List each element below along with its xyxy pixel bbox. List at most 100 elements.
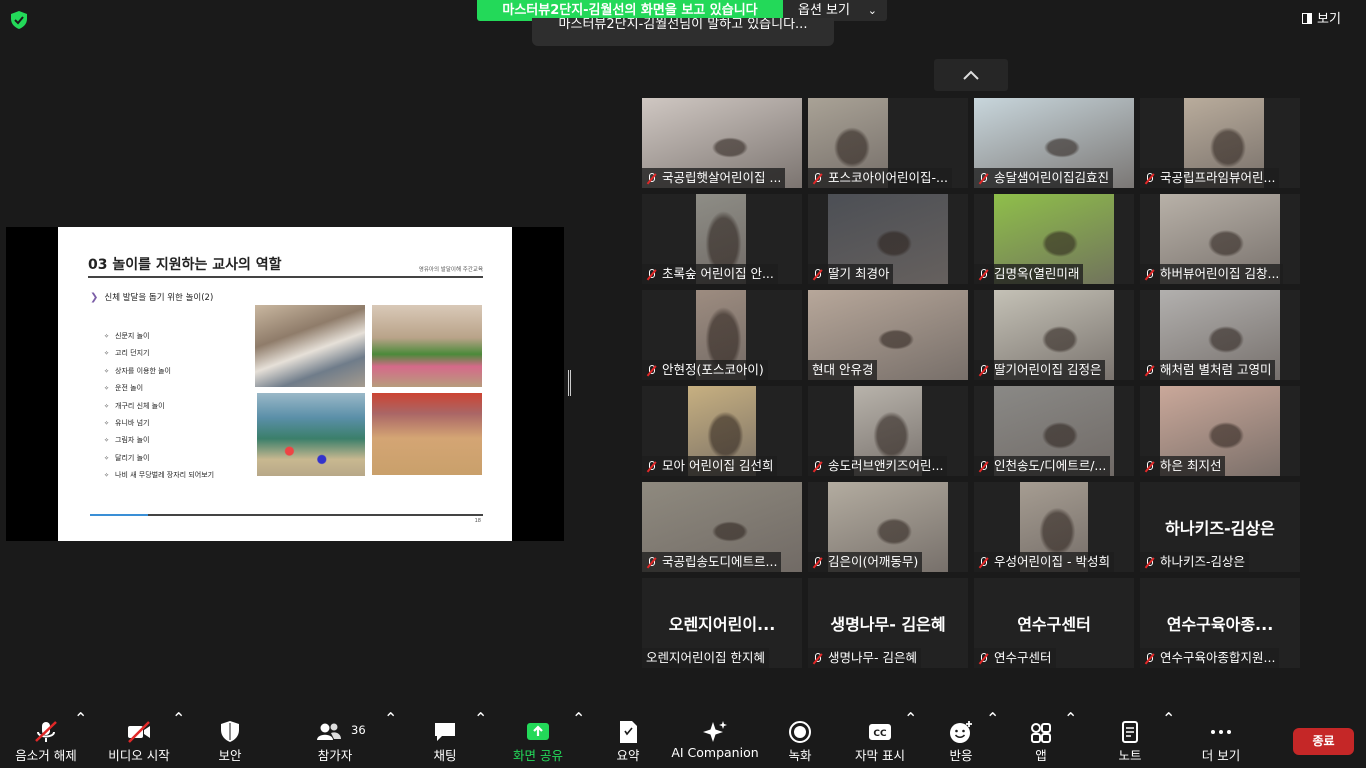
split-view-drag-handle[interactable]	[568, 370, 571, 396]
participant-name: 해처럼 별처럼 고영미	[1160, 362, 1272, 377]
slide-bullet: 유니바 넘기	[104, 415, 214, 432]
participant-name-label: 오렌지어린이집 한지혜	[642, 648, 769, 668]
notes-button[interactable]: 노트	[1108, 709, 1152, 768]
share-screen-label: 화면 공유	[513, 748, 563, 763]
microphone-muted-icon	[646, 557, 657, 568]
apps-button[interactable]: 앱	[1020, 709, 1062, 768]
participant-name: 국공립햇살어린이집 ...	[662, 170, 782, 185]
apps-caret-icon[interactable]: ⌃	[1064, 709, 1077, 728]
participant-tile[interactable]: 하은 최지선	[1140, 386, 1300, 476]
participant-name: 김명옥(열린미래	[994, 266, 1080, 281]
participant-tile[interactable]: 국공립프라임뷰어린...	[1140, 98, 1300, 188]
participant-tile[interactable]: 국공립햇살어린이집 ...	[642, 98, 802, 188]
audio-options-caret-icon[interactable]: ⌃	[74, 709, 87, 728]
video-options-caret-icon[interactable]: ⌃	[172, 709, 185, 728]
reactions-caret-icon[interactable]: ⌃	[986, 709, 999, 728]
participant-name-label: 국공립햇살어린이집 ...	[642, 168, 786, 188]
participant-name: 생명나무- 김은혜	[828, 650, 917, 665]
microphone-muted-icon	[646, 461, 657, 472]
participant-tile[interactable]: 해처럼 별처럼 고영미	[1140, 290, 1300, 380]
participant-name: 연수구육아종합지원...	[1160, 650, 1276, 665]
slide-page-number: 18	[474, 518, 481, 524]
participant-tile[interactable]: 안현정(포스코아이)	[642, 290, 802, 380]
more-button[interactable]: 더 보기	[1192, 709, 1250, 768]
participant-tile[interactable]: 우성어린이집 - 박성희	[974, 482, 1134, 572]
notes-caret-icon[interactable]: ⌃	[1162, 709, 1175, 728]
slide-title: 03 놀이를 지원하는 교사의 역할	[88, 257, 282, 273]
participant-tile[interactable]: 김은이(어깨동무)	[808, 482, 968, 572]
start-video-label: 비디오 시작	[108, 748, 170, 763]
captions-caret-icon[interactable]: ⌃	[904, 709, 917, 728]
participant-name: 우성어린이집 - 박성희	[994, 554, 1110, 569]
participant-name-label: 하나키즈-김상은	[1140, 552, 1250, 572]
slide-subtitle: ❯ 신체 발달을 돕기 위한 놀이(2)	[90, 291, 213, 303]
reactions-label: 반응	[949, 748, 973, 763]
view-button[interactable]: 보기	[1302, 10, 1358, 30]
end-meeting-button[interactable]: 종료	[1293, 728, 1354, 755]
participant-tile[interactable]: 하버뷰어린이집 김창...	[1140, 194, 1300, 284]
participant-tile[interactable]: 김명옥(열린미래	[974, 194, 1134, 284]
participant-name: 포스코아이어린이집-...	[828, 170, 948, 185]
participant-name-label: 김은이(어깨동무)	[808, 552, 923, 572]
participant-tile[interactable]: 하나키즈-김상은 하나키즈-김상은	[1140, 482, 1300, 572]
participant-tile[interactable]: 송달샘어린이집김효진	[974, 98, 1134, 188]
participants-button[interactable]: 36 참가자	[306, 709, 366, 768]
participant-display-name: 연수구센터	[1017, 615, 1091, 634]
unmute-label: 음소거 해제	[15, 748, 77, 763]
captions-button[interactable]: CC 자막 표시	[850, 709, 910, 768]
captions-label: 자막 표시	[855, 748, 905, 763]
microphone-muted-icon	[1144, 365, 1155, 376]
apps-label: 앱	[1035, 748, 1047, 763]
presentation-slide: 03 놀이를 지원하는 교사의 역할 영유아의 발달이해 주간교육 ❯ 신체 발달…	[58, 227, 512, 541]
active-speaker-notice: 마스터뷰2단지-김월선님이 말하고 있습니다...	[532, 18, 834, 46]
share-screen-icon	[527, 723, 549, 740]
summary-button[interactable]: 요약	[604, 709, 652, 768]
participants-caret-icon[interactable]: ⌃	[384, 709, 397, 728]
start-video-button[interactable]: 비디오 시작	[100, 709, 178, 768]
closed-captions-icon: CC	[869, 724, 891, 740]
participant-name-label: 해처럼 별처럼 고영미	[1140, 360, 1276, 380]
notes-label: 노트	[1118, 748, 1142, 763]
microphone-muted-icon	[812, 461, 823, 472]
participant-tile[interactable]: 포스코아이어린이집-...	[808, 98, 968, 188]
participant-name: 모아 어린이집 김선희	[662, 458, 774, 473]
gallery-scroll-up-button[interactable]	[934, 59, 1008, 91]
participant-tile[interactable]: 송도러브앤키즈어린...	[808, 386, 968, 476]
share-caret-icon[interactable]: ⌃	[572, 709, 585, 728]
participant-tile[interactable]: 연수구육아종... 연수구육아종합지원...	[1140, 578, 1300, 668]
participant-name-label: 초록숲 어린이집 안...	[642, 264, 778, 284]
participant-display-name: 연수구육아종...	[1166, 615, 1274, 634]
microphone-muted-icon	[646, 365, 657, 376]
encryption-shield-icon[interactable]	[9, 10, 29, 30]
participant-tile[interactable]: 국공립송도디에트르...	[642, 482, 802, 572]
microphone-muted-icon	[1144, 269, 1155, 280]
slide-bullet: 그림자 놀이	[104, 432, 214, 449]
microphone-muted-icon	[978, 653, 989, 664]
participant-name: 국공립프라임뷰어린...	[1160, 170, 1276, 185]
reactions-button[interactable]: 반응	[938, 709, 984, 768]
participant-name: 딸기어린이집 김정은	[994, 362, 1102, 377]
record-button[interactable]: 녹화	[776, 709, 824, 768]
participant-tile[interactable]: 오렌지어린이... 오렌지어린이집 한지혜	[642, 578, 802, 668]
microphone-muted-icon	[978, 461, 989, 472]
chevron-down-icon: ⌄	[867, 4, 877, 17]
participant-tile[interactable]: 딸기어린이집 김정은	[974, 290, 1134, 380]
chat-caret-icon[interactable]: ⌃	[474, 709, 487, 728]
chat-button[interactable]: 채팅	[420, 709, 470, 768]
participant-tile[interactable]: 생명나무- 김은혜 생명나무- 김은혜	[808, 578, 968, 668]
participant-tile[interactable]: 초록숲 어린이집 안...	[642, 194, 802, 284]
security-button[interactable]: 보안	[200, 709, 260, 768]
participant-name: 송달샘어린이집김효진	[994, 170, 1110, 185]
share-screen-button[interactable]: 화면 공유	[508, 709, 568, 768]
ai-companion-button[interactable]: AI Companion	[670, 709, 760, 768]
participant-tile[interactable]: 모아 어린이집 김선희	[642, 386, 802, 476]
participant-tile[interactable]: 딸기 최경아	[808, 194, 968, 284]
participant-display-name: 하나키즈-김상은	[1165, 519, 1275, 538]
participant-name-label: 국공립프라임뷰어린...	[1140, 168, 1280, 188]
shared-screen[interactable]: 03 놀이를 지원하는 교사의 역할 영유아의 발달이해 주간교육 ❯ 신체 발달…	[6, 227, 564, 541]
participant-tile[interactable]: 연수구센터 연수구센터	[974, 578, 1134, 668]
participant-name-label: 하은 최지선	[1140, 456, 1226, 476]
unmute-button[interactable]: 음소거 해제	[8, 709, 84, 768]
participant-tile[interactable]: 현대 안유경	[808, 290, 968, 380]
participant-tile[interactable]: 인천송도/디에트르/...	[974, 386, 1134, 476]
